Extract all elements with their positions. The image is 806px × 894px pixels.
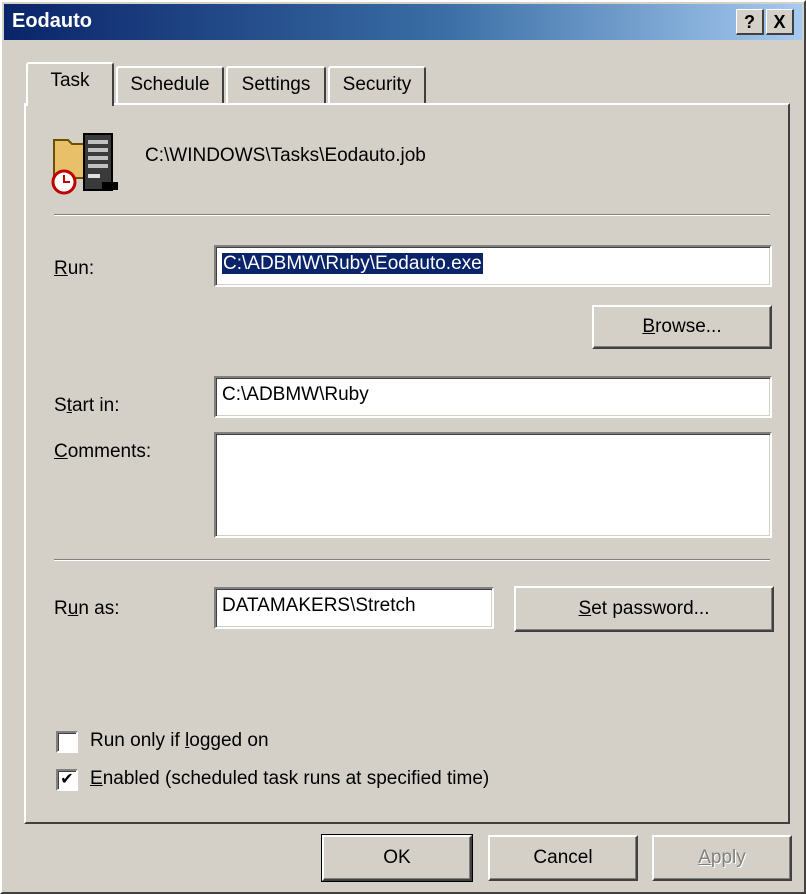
comments-label: Comments:: [54, 441, 152, 462]
apply-button[interactable]: Apply: [652, 835, 792, 881]
tab-security[interactable]: Security: [328, 66, 426, 104]
checkmark-icon: ✔: [60, 771, 74, 788]
tab-security-label: Security: [342, 74, 412, 95]
active-tab-joint: [28, 101, 112, 107]
run-only-logged-on-checkbox[interactable]: [56, 731, 78, 753]
help-button[interactable]: ?: [736, 9, 764, 35]
tab-schedule-label: Schedule: [130, 74, 210, 95]
run-only-logged-on-label[interactable]: Run only if logged on: [90, 730, 269, 752]
start-in-label: Start in:: [54, 395, 120, 416]
browse-button[interactable]: Browse...: [592, 305, 772, 349]
tab-settings[interactable]: Settings: [226, 66, 326, 104]
start-in-value: C:\ADBMW\Ruby: [222, 384, 369, 405]
tab-task-label: Task: [50, 70, 90, 91]
run-as-value: DATAMAKERS\Stretch: [222, 595, 416, 616]
run-as-label: Run as:: [54, 598, 120, 619]
enabled-label[interactable]: Enabled (scheduled task runs at specifie…: [90, 768, 489, 790]
separator-top: [54, 214, 770, 216]
run-as-input[interactable]: DATAMAKERS\Stretch: [214, 587, 494, 629]
enabled-checkbox[interactable]: ✔: [56, 769, 78, 791]
cancel-button[interactable]: Cancel: [488, 835, 638, 881]
ok-button[interactable]: OK: [321, 834, 473, 882]
separator-bottom: [54, 559, 770, 561]
job-path-label: C:\WINDOWS\Tasks\Eodauto.job: [145, 145, 426, 166]
start-in-input[interactable]: C:\ADBMW\Ruby: [214, 376, 772, 418]
tab-schedule[interactable]: Schedule: [116, 66, 224, 104]
title-bar[interactable]: Eodauto ? X: [4, 4, 802, 40]
window-title: Eodauto: [12, 10, 92, 32]
set-password-button[interactable]: Set password...: [514, 586, 774, 632]
tab-task[interactable]: Task: [26, 62, 114, 106]
comments-textarea[interactable]: [214, 432, 772, 538]
run-input-value: C:\ADBMW\Ruby\Eodauto.exe: [222, 253, 483, 274]
close-button[interactable]: X: [766, 9, 794, 35]
run-input[interactable]: C:\ADBMW\Ruby\Eodauto.exe: [214, 245, 772, 287]
run-label: Run:: [54, 258, 95, 279]
scheduled-task-icon: [50, 130, 122, 196]
tab-settings-label: Settings: [241, 74, 311, 95]
